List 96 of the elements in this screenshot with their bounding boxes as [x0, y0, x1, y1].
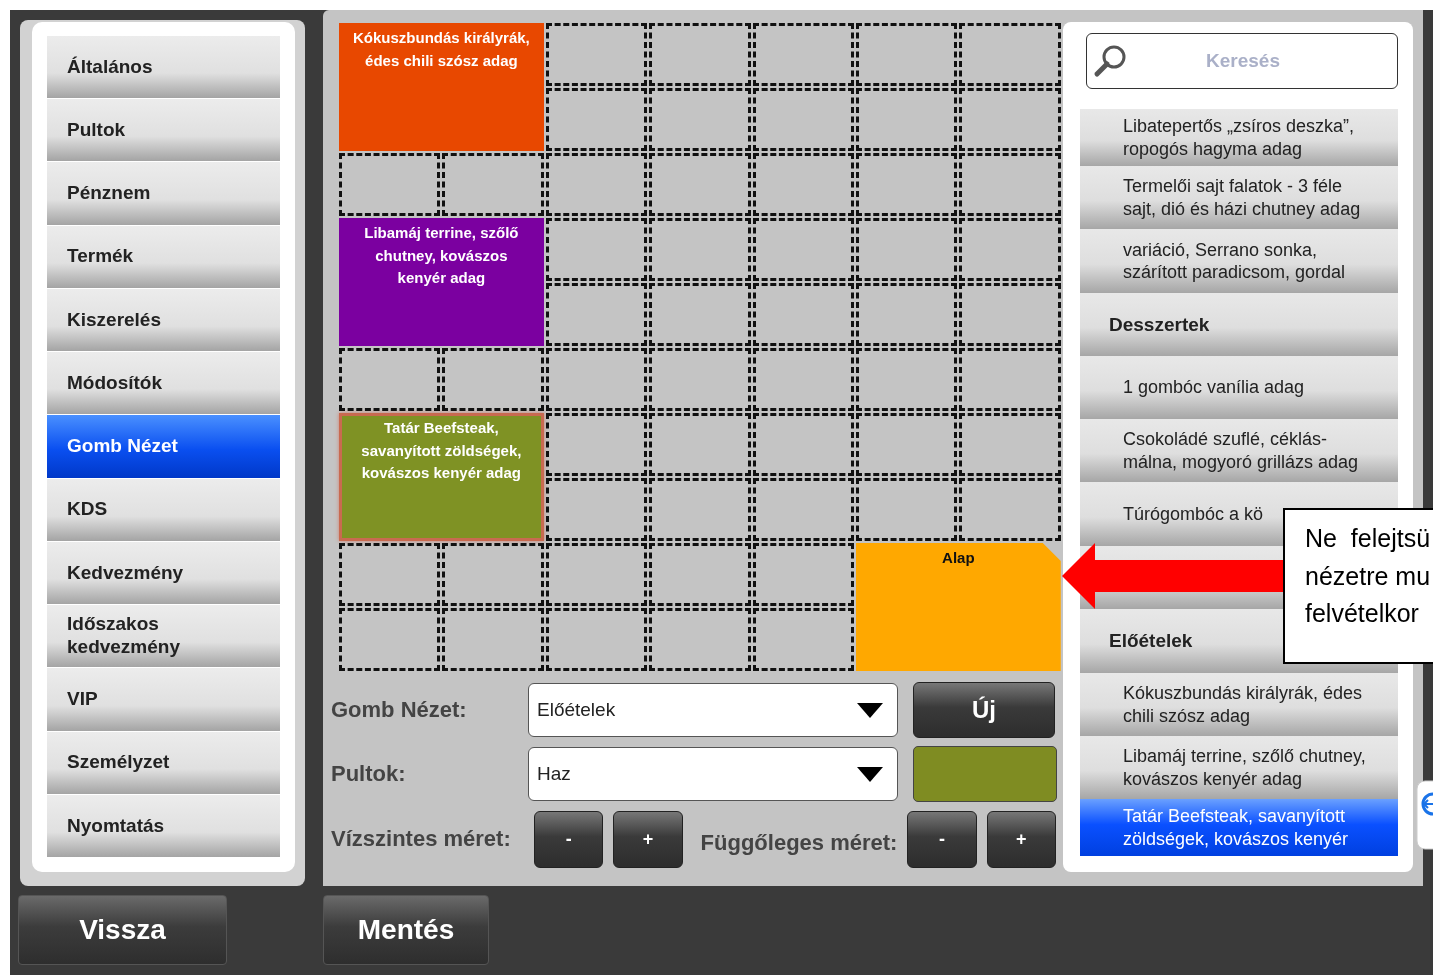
empty-slot[interactable] [752, 478, 854, 541]
empty-slot[interactable] [649, 283, 751, 346]
menu-item[interactable]: Személyzet [47, 731, 280, 795]
empty-slot[interactable] [339, 348, 441, 411]
empty-slot[interactable] [649, 348, 751, 411]
empty-slot[interactable] [959, 478, 1061, 541]
empty-slot[interactable] [339, 608, 441, 671]
empty-slot[interactable] [855, 23, 958, 86]
empty-slot[interactable] [959, 283, 1061, 346]
product-tile[interactable]: Libamáj terrine, szőlő chutney, kovászos kenyér adag [339, 218, 544, 346]
empty-slot[interactable] [545, 413, 648, 476]
empty-slot[interactable] [339, 543, 441, 606]
empty-slot[interactable] [752, 88, 854, 151]
empty-slot[interactable] [752, 348, 854, 411]
caret-icon [857, 702, 883, 718]
list-item[interactable]: Tatár Beefsteak, savanyított zöldségek, kovászos kenyér [1080, 799, 1398, 856]
empty-slot[interactable] [649, 153, 751, 216]
empty-slot[interactable] [649, 543, 751, 606]
empty-slot[interactable] [545, 283, 648, 346]
menu-item[interactable]: Pénznem [47, 162, 280, 226]
minus-button[interactable]: - [534, 810, 604, 868]
list-item[interactable]: Libatepertős „zsíros deszka”, ropogós hagyma adag [1080, 109, 1398, 166]
list-item[interactable]: Kókuszbundás királyrák, édes chili szósz adag [1080, 673, 1398, 736]
field-label: Gomb Nézet: [331, 697, 468, 723]
list-item[interactable]: Libamáj terrine, szőlő chutney, kovászos kenyér adag [1080, 736, 1398, 799]
menu-item[interactable]: Nyomtatás [47, 794, 280, 859]
empty-slot[interactable] [545, 478, 648, 541]
empty-slot[interactable] [649, 413, 751, 476]
empty-slot[interactable] [959, 413, 1061, 476]
empty-slot[interactable] [855, 478, 958, 541]
list-item[interactable]: Csokoládé szuflé, céklás- málna, mogyoró grillázs adag [1080, 419, 1398, 482]
note-tooltip: Ne felejtsü nézetre mu felvételkor [1283, 508, 1433, 664]
menu-item[interactable]: Módosítók [47, 352, 280, 416]
empty-slot[interactable] [649, 218, 751, 281]
empty-slot[interactable] [855, 283, 958, 346]
empty-slot[interactable] [855, 348, 958, 411]
minus-button[interactable]: - [907, 810, 977, 868]
menu-item[interactable]: Időszakos kedvezmény [47, 605, 280, 669]
empty-slot[interactable] [855, 88, 958, 151]
empty-slot[interactable] [545, 153, 648, 216]
empty-slot[interactable] [649, 23, 751, 86]
empty-slot[interactable] [752, 23, 854, 86]
empty-slot[interactable] [649, 88, 751, 151]
field-label: Pultok: [331, 761, 407, 787]
menu-item[interactable]: Általános [47, 36, 280, 100]
empty-slot[interactable] [752, 153, 854, 216]
plus-button[interactable]: + [613, 810, 683, 868]
empty-slot[interactable] [855, 413, 958, 476]
menu-item[interactable]: Termék [47, 225, 280, 289]
save-button[interactable]: Mentés [323, 895, 489, 965]
empty-slot[interactable] [339, 153, 441, 216]
back-arrow-icon[interactable] [1416, 780, 1433, 850]
empty-slot[interactable] [545, 218, 648, 281]
empty-slot[interactable] [442, 348, 544, 411]
new-button[interactable]: Új [913, 682, 1055, 738]
counter-select[interactable]: Haz [528, 747, 898, 801]
list-item[interactable]: variáció, Serrano sonka, szárított paradicsom, gordal [1080, 229, 1398, 293]
field-label: Függőleges méret: [700, 830, 898, 856]
empty-slot[interactable] [752, 283, 854, 346]
menu-item[interactable]: Gomb Nézet [47, 415, 280, 479]
empty-slot[interactable] [442, 543, 544, 606]
empty-slot[interactable] [855, 153, 958, 216]
empty-slot[interactable] [649, 608, 751, 671]
list-item[interactable]: Termelői sajt falatok - 3 féle sajt, dió és házi chutney adag [1080, 166, 1398, 229]
empty-slot[interactable] [545, 543, 648, 606]
empty-slot[interactable] [959, 348, 1061, 411]
empty-slot[interactable] [959, 88, 1061, 151]
menu-item[interactable]: Kiszerelés [47, 288, 280, 353]
empty-slot[interactable] [752, 218, 854, 281]
category-header[interactable]: Desszertek [1080, 293, 1398, 356]
product-tile[interactable]: Kókuszbundás királyrák, édes chili szósz adag [339, 23, 544, 151]
menu-item[interactable]: Kedvezmény [47, 541, 280, 606]
color-swatch[interactable] [913, 746, 1057, 802]
product-tile[interactable]: Alap [855, 543, 1061, 671]
field-label: Vízszintes méret: [331, 826, 512, 852]
empty-slot[interactable] [649, 478, 751, 541]
list-item[interactable]: 1 gombóc vanília adag [1080, 356, 1398, 419]
view-select[interactable]: Előételek [528, 683, 898, 737]
empty-slot[interactable] [959, 23, 1061, 86]
empty-slot[interactable] [545, 348, 648, 411]
empty-slot[interactable] [752, 543, 854, 606]
plus-button[interactable]: + [986, 810, 1056, 868]
empty-slot[interactable] [959, 153, 1061, 216]
empty-slot[interactable] [959, 218, 1061, 281]
menu-item[interactable]: KDS [47, 478, 280, 542]
empty-slot[interactable] [442, 608, 544, 671]
menu-item[interactable]: Pultok [47, 99, 280, 163]
empty-slot[interactable] [752, 608, 854, 671]
empty-slot[interactable] [545, 608, 648, 671]
empty-slot[interactable] [752, 413, 854, 476]
menu-item[interactable]: VIP [47, 668, 280, 732]
caret-icon [857, 766, 883, 782]
back-button[interactable]: Vissza [18, 895, 227, 965]
empty-slot[interactable] [442, 153, 544, 216]
empty-slot[interactable] [545, 88, 648, 151]
empty-slot[interactable] [855, 218, 958, 281]
